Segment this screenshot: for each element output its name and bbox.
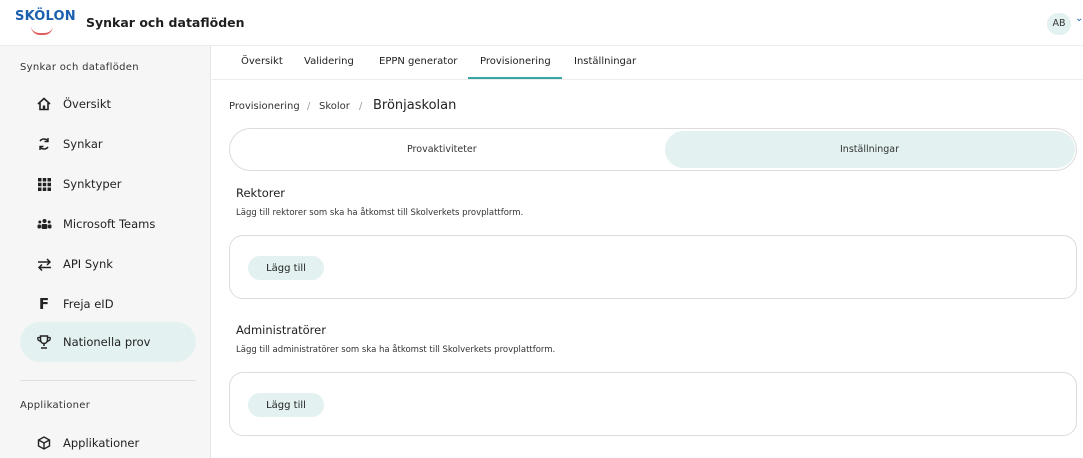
segment-installningar-label[interactable]: Inställningar	[840, 144, 899, 155]
administratorer-title: Administratörer	[236, 323, 326, 337]
sidebar-item-applikationer[interactable]: Applikationer	[20, 423, 196, 458]
rektorer-description: Lägg till rektorer som ska ha åtkomst ti…	[236, 208, 524, 218]
sidebar-item-freja-eid[interactable]: F Freja eID	[20, 284, 196, 324]
sidebar-item-label: Översikt	[63, 97, 112, 111]
breadcrumb-separator: /	[307, 101, 311, 112]
freja-f-icon: F	[38, 295, 50, 313]
user-avatar[interactable]: AB	[1047, 13, 1071, 35]
sidebar-item-synkar[interactable]: Synkar	[20, 124, 196, 164]
app-title: Synkar och dataflöden	[86, 15, 245, 30]
segment-provaktiviteter[interactable]: Provaktiviteter	[407, 144, 477, 155]
sidebar-item-label: Microsoft Teams	[63, 217, 156, 231]
skolon-logo[interactable]: SKÖLON	[15, 9, 76, 39]
sidebar-item-oversikt[interactable]: Översikt	[20, 84, 196, 124]
swap-arrows-icon	[35, 255, 53, 273]
breadcrumb-separator: /	[359, 101, 363, 112]
rektorer-card: Lägg till	[229, 235, 1077, 299]
logo-smile-icon	[31, 26, 53, 35]
chevron-down-icon[interactable]: ⌄	[1075, 13, 1083, 24]
sidebar-item-api-synk[interactable]: API Synk	[20, 244, 196, 284]
sidebar-item-synktyper[interactable]: Synktyper	[20, 164, 196, 204]
people-icon	[35, 215, 53, 233]
tab-provisionering[interactable]: Provisionering	[480, 56, 551, 67]
sidebar-item-label: Applikationer	[63, 436, 140, 450]
sidebar-item-label: Synktyper	[63, 177, 122, 191]
rektorer-title: Rektorer	[236, 186, 286, 200]
trophy-icon	[35, 333, 53, 351]
tab-eppn-generator[interactable]: EPPN generator	[379, 56, 457, 67]
segmented-control: Provaktiviteter Inställningar	[229, 128, 1077, 171]
sidebar-divider	[20, 380, 196, 381]
breadcrumb-current: Brönjaskolan	[373, 98, 457, 113]
add-administrator-button[interactable]: Lägg till	[248, 393, 324, 417]
sidebar-item-nationella-prov[interactable]: Nationella prov	[20, 322, 196, 362]
tab-installningar[interactable]: Inställningar	[574, 56, 636, 67]
active-tab-indicator	[468, 77, 562, 79]
sidebar-item-label: API Synk	[63, 257, 113, 271]
tab-bar: Översikt Validering EPPN generator Provi…	[212, 46, 1083, 80]
sidebar-item-label: Freja eID	[63, 297, 114, 311]
sidebar: Synkar och dataflöden Översikt Synkar Sy…	[0, 46, 211, 458]
home-icon	[35, 95, 53, 113]
breadcrumb-skolor[interactable]: Skolor	[319, 101, 350, 112]
sidebar-item-microsoft-teams[interactable]: Microsoft Teams	[20, 204, 196, 244]
breadcrumb-provisionering[interactable]: Provisionering	[229, 101, 300, 112]
sidebar-item-label: Nationella prov	[63, 335, 151, 349]
administratorer-description: Lägg till administratörer som ska ha åtk…	[236, 345, 556, 355]
sync-icon	[35, 135, 53, 153]
add-rektor-button[interactable]: Lägg till	[248, 256, 324, 280]
sidebar-section-title: Applikationer	[20, 400, 91, 411]
logo-text: SKÖLON	[15, 9, 76, 24]
grid-icon	[35, 175, 53, 193]
sidebar-item-label: Synkar	[63, 137, 103, 151]
administratorer-card: Lägg till	[229, 372, 1077, 436]
top-bar: SKÖLON Synkar och dataflöden AB ⌄	[0, 0, 1083, 46]
cube-icon	[35, 434, 53, 452]
tab-oversikt[interactable]: Översikt	[241, 56, 283, 67]
sidebar-section-title: Synkar och dataflöden	[20, 62, 139, 73]
tab-validering[interactable]: Validering	[304, 56, 354, 67]
